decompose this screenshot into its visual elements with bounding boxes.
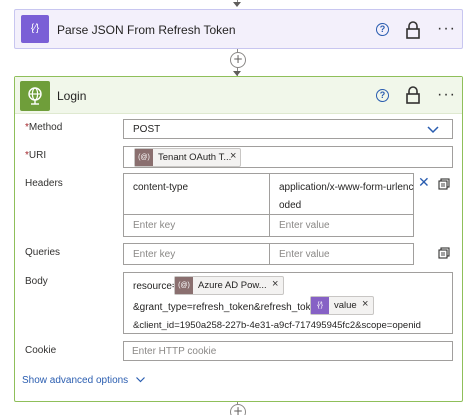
body-token2-label: value	[334, 300, 357, 311]
uri-label: *URI	[25, 150, 46, 161]
login-action-card: Login ? ··· *Method POST *URI (@) Tenant…	[14, 76, 463, 402]
uri-token-label: Tenant OAuth T...	[158, 152, 232, 163]
add-step-plus-icon[interactable]: +	[230, 52, 246, 68]
header-value-line1[interactable]: application/x-www-form-urlenc	[279, 182, 413, 193]
divider	[124, 214, 413, 215]
globe-icon	[20, 81, 50, 111]
headers-table: content-type application/x-www-form-urle…	[123, 173, 414, 237]
body-prefix-text: resource=	[133, 281, 178, 292]
advanced-link-label: Show advanced options	[22, 375, 129, 386]
parse-json-title[interactable]: Parse JSON From Refresh Token	[57, 23, 236, 37]
delete-header-icon[interactable]: ✕	[418, 176, 430, 190]
method-label-text: Method	[28, 122, 63, 133]
query-key-input[interactable]: Enter key	[133, 249, 175, 260]
arrow-down-icon	[233, 2, 241, 7]
divider	[269, 244, 270, 264]
cookie-input[interactable]: Enter HTTP cookie	[123, 341, 453, 361]
chevron-down-icon[interactable]	[427, 126, 439, 134]
add-step-plus-icon[interactable]: +	[230, 404, 246, 415]
method-select[interactable]: POST	[123, 119, 453, 139]
expression-icon: {⁄}	[311, 297, 329, 314]
login-header[interactable]: Login ? ···	[15, 77, 462, 114]
divider	[269, 174, 270, 236]
cookie-label: Cookie	[25, 345, 57, 356]
uri-token[interactable]: (@) Tenant OAuth T... ×	[134, 148, 241, 167]
headers-label: Headers	[25, 178, 63, 189]
body-token-value[interactable]: {⁄} value ×	[310, 296, 374, 315]
header-value-input[interactable]: Enter value	[279, 220, 330, 231]
show-advanced-options-link[interactable]: Show advanced options	[22, 375, 145, 386]
login-title[interactable]: Login	[57, 89, 86, 103]
switch-to-text-mode-icon[interactable]	[438, 178, 450, 190]
body-line2-text: &grant_type=refresh_token&refresh_token=	[133, 302, 328, 313]
switch-to-text-mode-icon[interactable]	[438, 247, 450, 259]
body-line3-text: &client_id=1950a258-227b-4e31-a9cf-71749…	[133, 320, 421, 331]
lock-icon[interactable]	[406, 86, 420, 104]
method-value: POST	[133, 124, 161, 135]
query-value-input[interactable]: Enter value	[279, 249, 330, 260]
header-key-input[interactable]: Enter key	[133, 220, 175, 231]
header-value-line2[interactable]: oded	[279, 200, 301, 211]
uri-label-text: URI	[28, 150, 47, 161]
more-options-icon[interactable]: ···	[437, 21, 456, 37]
help-icon[interactable]: ?	[376, 89, 389, 102]
close-icon[interactable]: ×	[362, 298, 368, 310]
body-label: Body	[25, 276, 48, 287]
queries-table: Enter key Enter value	[123, 243, 414, 265]
more-options-icon[interactable]: ···	[437, 87, 456, 103]
parameter-icon: (@)	[135, 149, 153, 166]
lock-icon[interactable]	[406, 21, 420, 39]
curly-braces-icon: {⁄}	[21, 15, 49, 43]
uri-input[interactable]: (@) Tenant OAuth T... ×	[123, 146, 453, 168]
parameter-icon: (@)	[175, 277, 193, 294]
close-icon[interactable]: ×	[230, 150, 236, 162]
cookie-placeholder: Enter HTTP cookie	[132, 346, 217, 357]
queries-label: Queries	[25, 247, 61, 258]
body-token1-label: Azure AD Pow...	[198, 280, 267, 291]
body-token-azure-ad[interactable]: (@) Azure AD Pow... ×	[174, 276, 284, 295]
close-icon[interactable]: ×	[272, 278, 278, 290]
help-icon[interactable]: ?	[376, 23, 389, 36]
body-input[interactable]: resource= (@) Azure AD Pow... × &grant_t…	[123, 272, 453, 334]
chevron-down-icon	[136, 377, 145, 383]
header-key-content-type[interactable]: content-type	[133, 182, 188, 193]
method-label: *Method	[25, 122, 62, 133]
parse-json-action-card[interactable]: {⁄} Parse JSON From Refresh Token ? ···	[14, 9, 463, 49]
